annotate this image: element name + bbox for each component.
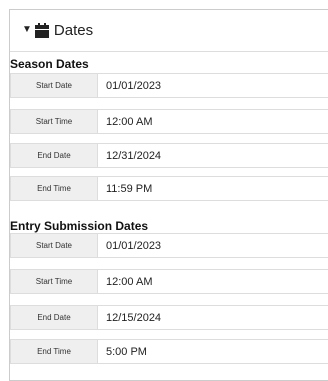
season-start-time-row: Start Time 12:00 AM <box>10 109 328 134</box>
row-label: Start Date <box>11 234 98 257</box>
season-dates-title: Season Dates <box>10 57 89 71</box>
panel-title: Dates <box>53 22 94 39</box>
season-end-date-row: End Date 12/31/2024 <box>10 143 328 168</box>
row-value: 12:00 AM <box>106 275 153 288</box>
row-value: 5:00 PM <box>106 345 147 358</box>
entry-start-date-row: Start Date 01/01/2023 <box>10 233 328 258</box>
season-end-time-row: End Time 11:59 PM <box>10 176 328 201</box>
dates-panel-header[interactable]: ▼ Dates <box>10 10 328 52</box>
row-value: 12/31/2024 <box>106 149 162 162</box>
calendar-icon <box>34 23 49 38</box>
row-value: 11:59 PM <box>106 182 153 195</box>
entry-submission-dates-title: Entry Submission Dates <box>10 219 149 233</box>
row-value: 12:00 AM <box>106 115 153 128</box>
row-label: End Time <box>11 177 98 200</box>
row-label: End Date <box>11 144 98 167</box>
row-label: Start Date <box>11 74 98 97</box>
row-value: 01/01/2023 <box>106 79 162 92</box>
row-label: Start Time <box>11 270 98 293</box>
row-value: 12/15/2024 <box>106 311 162 324</box>
season-start-date-row: Start Date 01/01/2023 <box>10 73 328 98</box>
entry-end-date-row: End Date 12/15/2024 <box>10 305 328 330</box>
caret-down-icon[interactable]: ▼ <box>22 24 32 35</box>
entry-end-time-row: End Time 5:00 PM <box>10 339 328 364</box>
row-label: End Date <box>11 306 98 329</box>
entry-start-time-row: Start Time 12:00 AM <box>10 269 328 294</box>
row-label: Start Time <box>11 110 98 133</box>
row-value: 01/01/2023 <box>106 239 162 252</box>
row-label: End Time <box>11 340 98 363</box>
